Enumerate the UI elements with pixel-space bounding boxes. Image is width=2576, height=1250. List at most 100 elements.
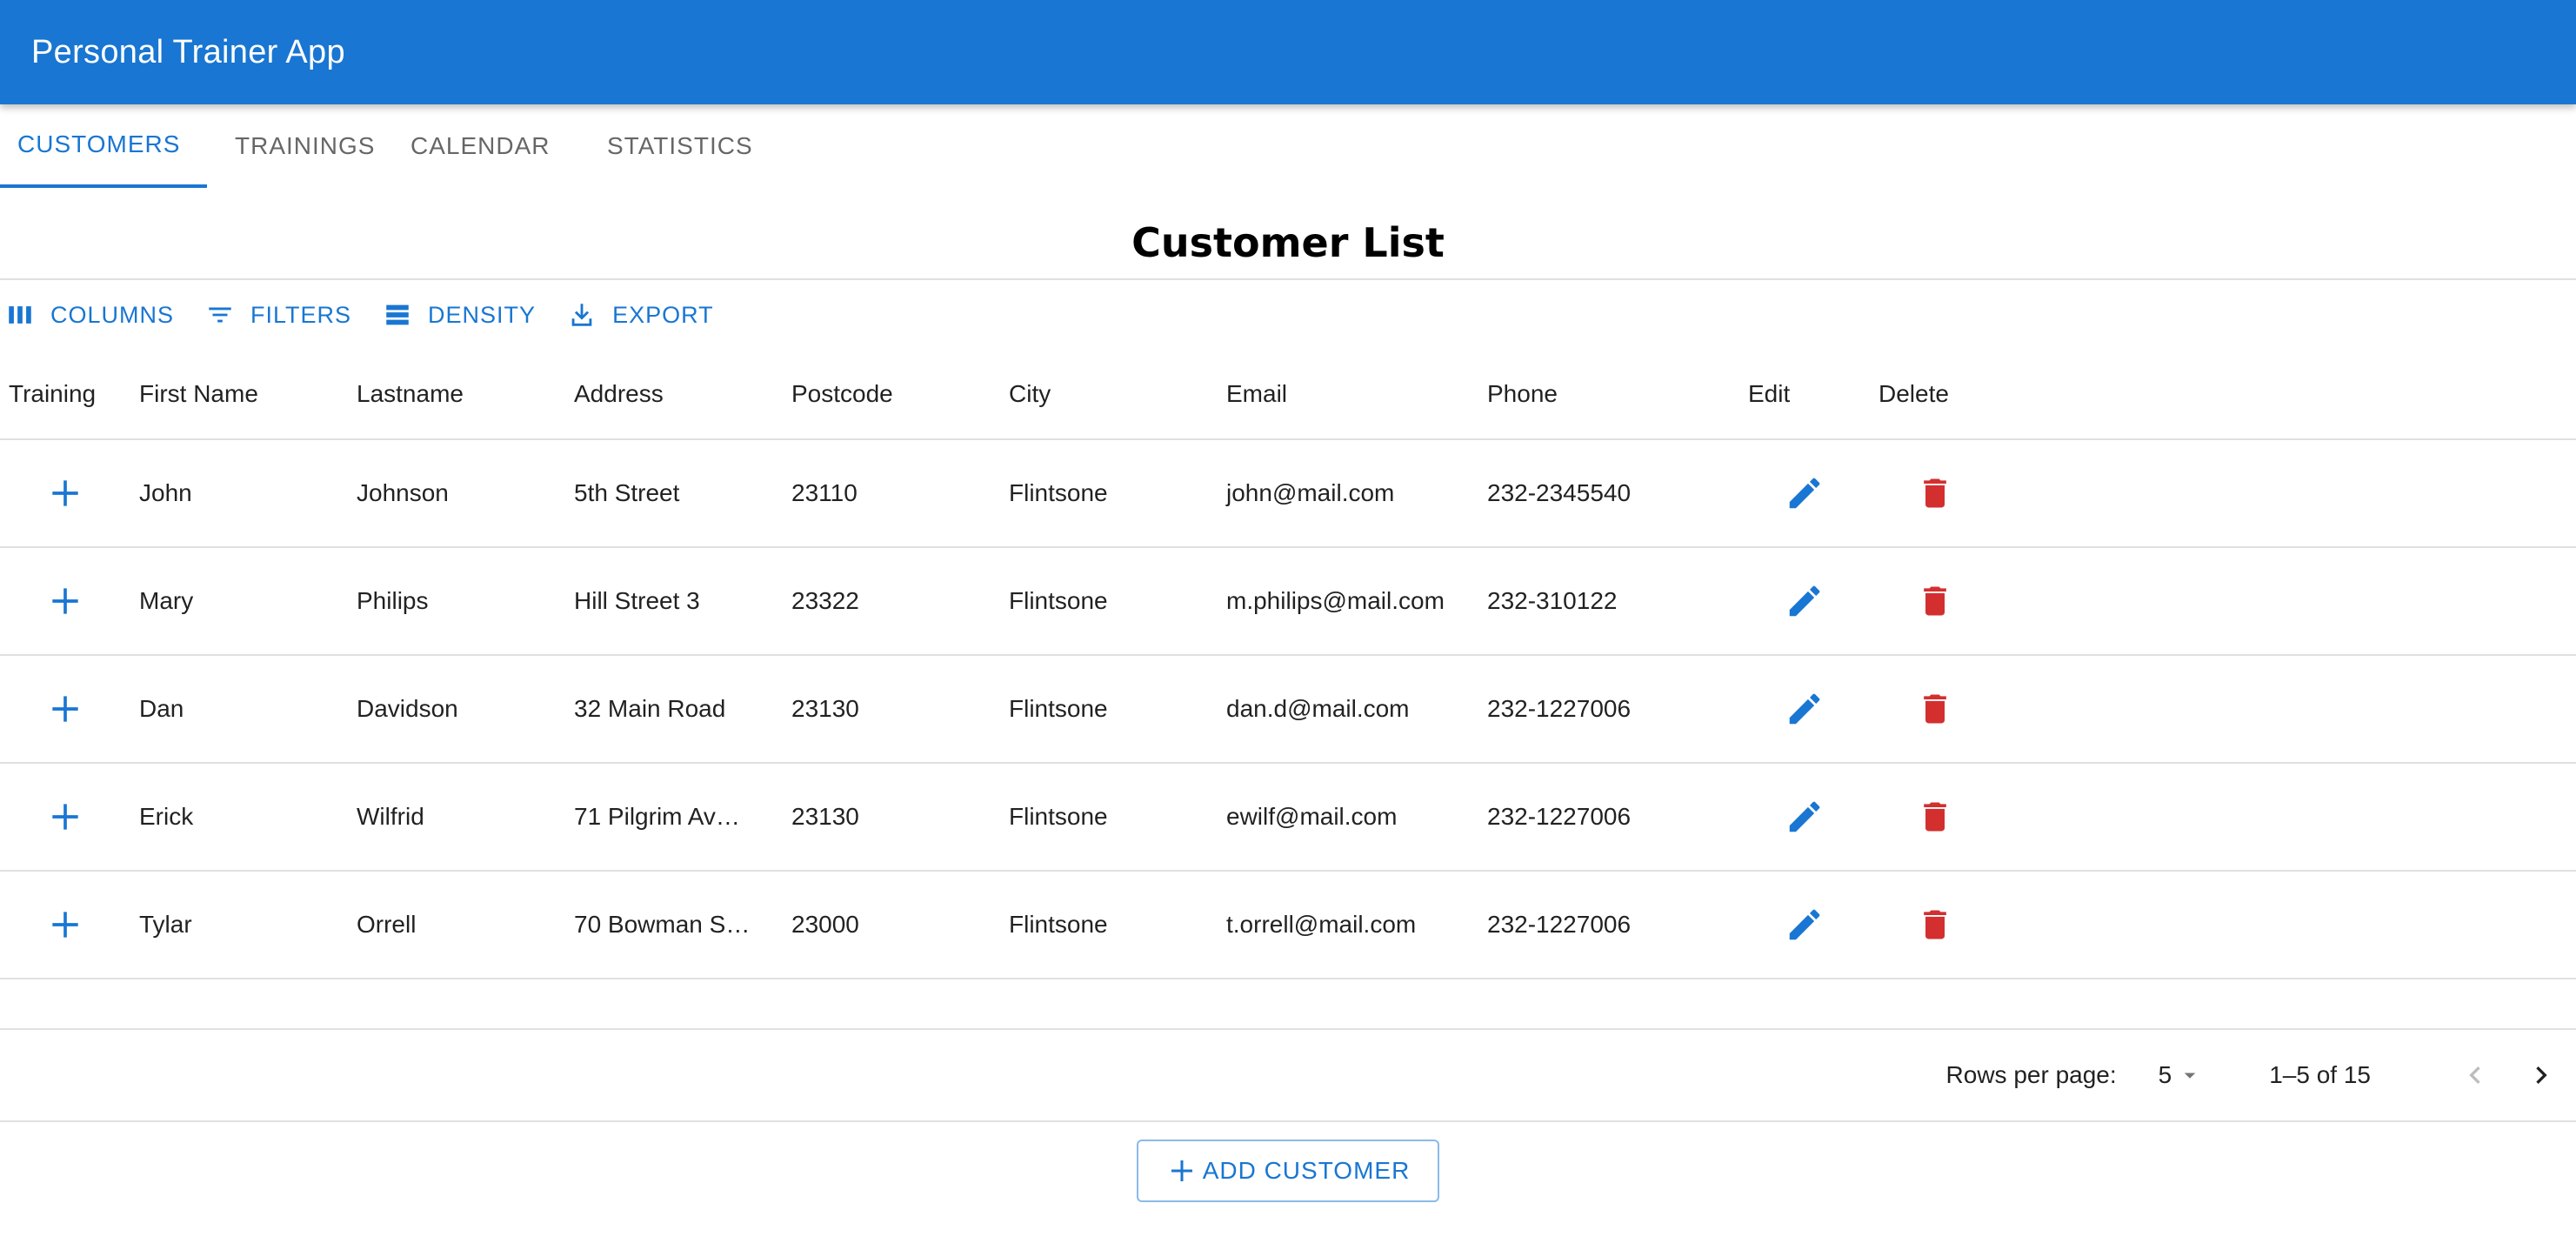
cell-postcode: 23322	[791, 587, 859, 614]
page-title: Customer List	[1131, 219, 1445, 266]
column-header-email[interactable]: Email	[1218, 380, 1478, 408]
customer-grid: COLUMNS FILTERS DENSITY EXPORT Training …	[0, 278, 2576, 1122]
columns-label: COLUMNS	[50, 301, 175, 328]
rows-per-page-value: 5	[2158, 1061, 2172, 1088]
table-header: Training First Name Lastname Address Pos…	[0, 350, 2576, 440]
pencil-icon	[1789, 585, 1820, 617]
chevron-left-icon	[2469, 1066, 2480, 1084]
add-training-button[interactable]	[0, 474, 130, 512]
columns-icon	[9, 306, 31, 324]
cell-first-name: Mary	[139, 587, 194, 614]
pagination-range: 1–5 of 15	[2269, 1061, 2371, 1088]
pencil-icon	[1789, 909, 1820, 940]
cell-phone: 232-1227006	[1487, 695, 1632, 722]
column-header-training[interactable]: Training	[0, 380, 130, 408]
cell-lastname: Philips	[357, 587, 429, 614]
delete-button[interactable]	[1870, 582, 2000, 620]
next-page-button[interactable]	[2524, 1058, 2559, 1093]
add-customer-label: ADD CUSTOMER	[1202, 1157, 1411, 1184]
density-label: DENSITY	[428, 301, 537, 328]
filters-button[interactable]: FILTERS	[205, 300, 351, 330]
tab-statistics[interactable]: STATISTICS	[591, 104, 783, 188]
cell-phone: 232-2345540	[1487, 479, 1632, 506]
cell-address: 70 Bowman S…	[574, 911, 751, 938]
cell-postcode: 23000	[791, 911, 859, 938]
plus-icon	[52, 480, 78, 506]
cell-first-name: John	[139, 479, 192, 506]
cell-address: 5th Street	[574, 479, 680, 506]
cell-phone: 232-1227006	[1487, 911, 1632, 938]
trash-icon	[1924, 586, 1946, 616]
app-title: Personal Trainer App	[31, 33, 345, 70]
pencil-icon	[1789, 693, 1820, 725]
cell-first-name: Tylar	[139, 911, 192, 938]
column-header-delete[interactable]: Delete	[1870, 380, 2000, 408]
cell-first-name: Erick	[139, 803, 194, 830]
trash-icon	[1924, 694, 1946, 724]
column-header-phone[interactable]: Phone	[1478, 380, 1739, 408]
delete-button[interactable]	[1870, 474, 2000, 512]
cell-city: Flintsone	[1009, 587, 1108, 614]
delete-button[interactable]	[1870, 798, 2000, 836]
caret-down-icon	[2184, 1073, 2196, 1079]
pagination-footer: Rows per page: 5 1–5 of 15	[0, 1030, 2576, 1122]
edit-button[interactable]	[1739, 905, 1870, 945]
column-header-first-name[interactable]: First Name	[130, 380, 348, 408]
cell-city: Flintsone	[1009, 803, 1108, 830]
table-row: Erick Wilfrid 71 Pilgrim Av… 23130 Flint…	[0, 764, 2576, 872]
table-row: John Johnson 5th Street 23110 Flintsone …	[0, 440, 2576, 548]
delete-button[interactable]	[1870, 906, 2000, 944]
trash-icon	[1924, 802, 1946, 832]
cell-email: dan.d@mail.com	[1226, 695, 1410, 722]
edit-button[interactable]	[1739, 581, 1870, 621]
cell-email: t.orrell@mail.com	[1226, 911, 1417, 938]
filters-label: FILTERS	[250, 301, 352, 328]
plus-icon	[1171, 1160, 1192, 1181]
table-row: Mary Philips Hill Street 3 23322 Flintso…	[0, 548, 2576, 656]
column-header-city[interactable]: City	[1000, 380, 1218, 408]
density-icon	[386, 304, 409, 325]
table-row: Dan Davidson 32 Main Road 23130 Flintson…	[0, 656, 2576, 764]
edit-button[interactable]	[1739, 689, 1870, 729]
add-training-button[interactable]	[0, 798, 130, 836]
pencil-icon	[1789, 478, 1820, 509]
plus-icon	[52, 912, 78, 938]
tab-bar: CUSTOMERS TRAININGS CALENDAR STATISTICS	[0, 104, 2576, 188]
edit-button[interactable]	[1739, 797, 1870, 837]
export-label: EXPORT	[612, 301, 714, 328]
cell-first-name: Dan	[139, 695, 184, 722]
rows-per-page-select[interactable]: 5	[2159, 1061, 2204, 1089]
cell-address: Hill Street 3	[574, 587, 700, 614]
cell-phone: 232-310122	[1487, 587, 1618, 614]
cell-postcode: 23130	[791, 803, 859, 830]
density-button[interactable]: DENSITY	[383, 300, 536, 330]
edit-button[interactable]	[1739, 473, 1870, 513]
add-training-button[interactable]	[0, 582, 130, 620]
export-button[interactable]: EXPORT	[567, 300, 714, 330]
chevron-right-icon	[2536, 1066, 2547, 1084]
column-header-edit[interactable]: Edit	[1739, 380, 1870, 408]
add-customer-button[interactable]: ADD CUSTOMER	[1136, 1140, 1440, 1202]
column-header-lastname[interactable]: Lastname	[348, 380, 565, 408]
column-header-postcode[interactable]: Postcode	[783, 380, 1000, 408]
tab-customers[interactable]: CUSTOMERS	[0, 104, 207, 188]
tab-trainings[interactable]: TRAININGS	[207, 104, 398, 188]
table-body: John Johnson 5th Street 23110 Flintsone …	[0, 440, 2576, 979]
tab-calendar[interactable]: CALENDAR	[398, 104, 591, 188]
table-row: Tylar Orrell 70 Bowman S… 23000 Flintson…	[0, 872, 2576, 979]
delete-button[interactable]	[1870, 690, 2000, 728]
column-header-address[interactable]: Address	[565, 380, 783, 408]
cell-lastname: Johnson	[357, 479, 449, 506]
rows-per-page-label: Rows per page:	[1945, 1061, 2117, 1088]
cell-city: Flintsone	[1009, 695, 1108, 722]
columns-button[interactable]: COLUMNS	[5, 300, 174, 330]
trash-icon	[1924, 478, 1946, 508]
add-training-button[interactable]	[0, 906, 130, 944]
cell-lastname: Davidson	[357, 695, 458, 722]
plus-icon	[52, 588, 78, 614]
pencil-icon	[1789, 801, 1820, 832]
cell-email: m.philips@mail.com	[1226, 587, 1445, 614]
cell-city: Flintsone	[1009, 479, 1108, 506]
add-training-button[interactable]	[0, 690, 130, 728]
previous-page-button[interactable]	[2458, 1058, 2493, 1093]
